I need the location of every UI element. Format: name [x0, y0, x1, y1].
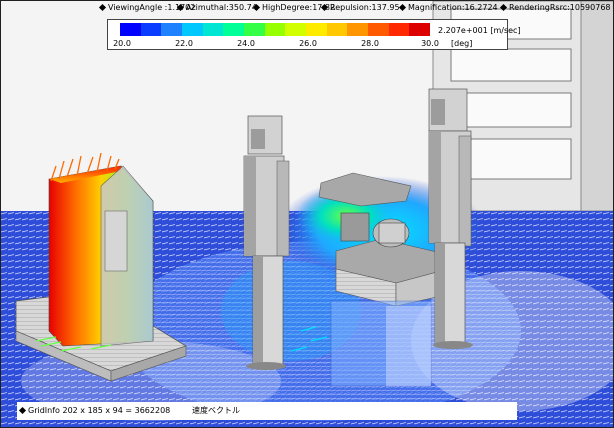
color-scale-cell — [182, 23, 203, 36]
cfd-velocity-scene[interactable] — [1, 1, 614, 428]
legend-tick-label: 20.0 — [113, 39, 131, 48]
simulation-viewport[interactable]: ViewingAngle :1.1702 Azimuthal:350.74 Hi… — [0, 0, 614, 428]
color-scale-cell — [326, 23, 348, 36]
legend-tick-label: 30.0 — [421, 39, 439, 48]
color-scale-bar — [120, 23, 431, 36]
diamond-bullet-icon — [252, 3, 261, 11]
color-scale-cell — [285, 23, 307, 36]
color-scale-cell — [347, 23, 369, 36]
color-scale-cell — [244, 23, 265, 36]
legend-tick-label: 22.0 — [175, 39, 193, 48]
stat-magnification: Magnification:16.2724 — [398, 2, 498, 13]
legend-max-value: 2.207e+001 [m/sec] — [438, 26, 521, 35]
stat-repulsion: Repulsion:137.95 — [320, 2, 400, 13]
legend-unit: [deg] — [451, 39, 473, 48]
color-scale-cell — [409, 23, 431, 36]
color-scale-cell — [388, 23, 410, 36]
color-scale-cell — [120, 23, 141, 36]
color-scale-cell — [202, 23, 224, 36]
footer-info-bar: GridInfo 202 x 185 x 94 = 3662208 速度ベクトル — [17, 402, 517, 420]
diamond-bullet-icon — [320, 3, 329, 11]
color-scale-cell — [306, 23, 327, 36]
stat-rendering-rsrc: RenderingRsrc:10590768 — [499, 2, 611, 13]
color-scale-cell — [140, 23, 162, 36]
diamond-bullet-icon — [176, 3, 185, 11]
color-scale-cell — [161, 23, 183, 36]
grid-info: GridInfo 202 x 185 x 94 = 3662208 — [18, 405, 170, 416]
diamond-bullet-icon — [499, 3, 508, 11]
diamond-bullet-icon — [398, 3, 407, 11]
diamond-bullet-icon — [98, 3, 107, 11]
color-scale-cell — [368, 23, 389, 36]
color-scale-cell — [223, 23, 245, 36]
diamond-bullet-icon — [18, 406, 27, 414]
legend-tick-label: 26.0 — [299, 39, 317, 48]
color-scale-cell — [264, 23, 286, 36]
legend-tick-label: 24.0 — [237, 39, 255, 48]
stat-azimuthal: Azimuthal:350.74 — [176, 2, 257, 13]
color-legend: 20.0 22.0 24.0 26.0 28.0 30.0 2.207e+001… — [107, 19, 521, 50]
display-mode-label: 速度ベクトル — [192, 406, 240, 415]
legend-tick-label: 28.0 — [361, 39, 379, 48]
